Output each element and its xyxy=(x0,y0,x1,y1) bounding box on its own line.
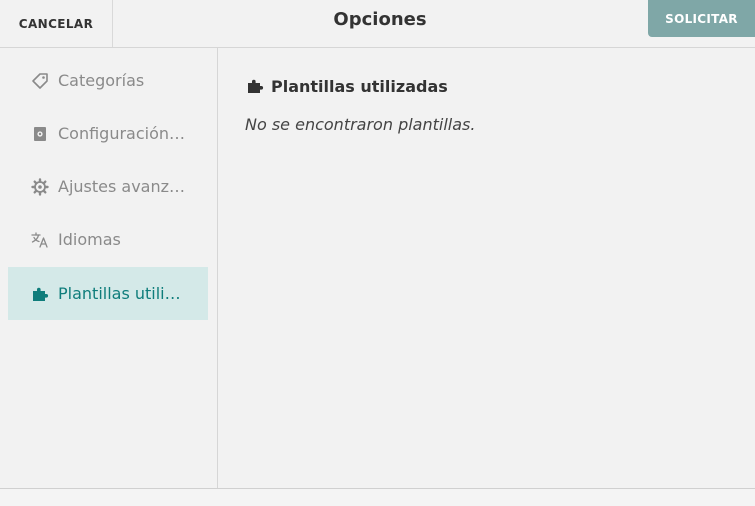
sidebar-item-categorias[interactable]: Categorías xyxy=(8,54,208,107)
settings-file-icon xyxy=(30,124,50,144)
sidebar-item-plantillas[interactable]: Plantillas utili… xyxy=(8,267,208,320)
main-content: Plantillas utilizadas No se encontraron … xyxy=(219,48,755,488)
tag-icon xyxy=(30,71,50,91)
submit-button[interactable]: SOLICITAR xyxy=(648,0,755,37)
sidebar-item-label: Plantillas utili… xyxy=(58,284,181,303)
sidebar-item-label: Categorías xyxy=(58,71,145,90)
sidebar-item-ajustes-avanzados[interactable]: Ajustes avanz… xyxy=(8,160,208,213)
empty-state-message: No se encontraron plantillas. xyxy=(245,115,476,134)
header-bar: CANCELAR Opciones SOLICITAR xyxy=(0,0,755,48)
puzzle-icon xyxy=(30,284,50,304)
sidebar-item-label: Configuración… xyxy=(58,124,186,143)
section-title-text: Plantillas utilizadas xyxy=(271,76,448,96)
gear-icon xyxy=(30,177,50,197)
page-title: Opciones xyxy=(333,8,427,30)
footer-bar xyxy=(0,488,755,506)
sidebar: Categorías Configuración… Ajustes avanz…… xyxy=(0,48,218,488)
sidebar-item-idiomas[interactable]: Idiomas xyxy=(8,213,208,266)
translate-icon xyxy=(30,230,50,250)
sidebar-item-label: Ajustes avanz… xyxy=(58,177,186,196)
sidebar-item-label: Idiomas xyxy=(58,230,121,249)
section-title: Plantillas utilizadas xyxy=(245,76,448,96)
puzzle-icon xyxy=(245,76,265,96)
cancel-button[interactable]: CANCELAR xyxy=(0,0,113,47)
sidebar-item-configuracion[interactable]: Configuración… xyxy=(8,107,208,160)
